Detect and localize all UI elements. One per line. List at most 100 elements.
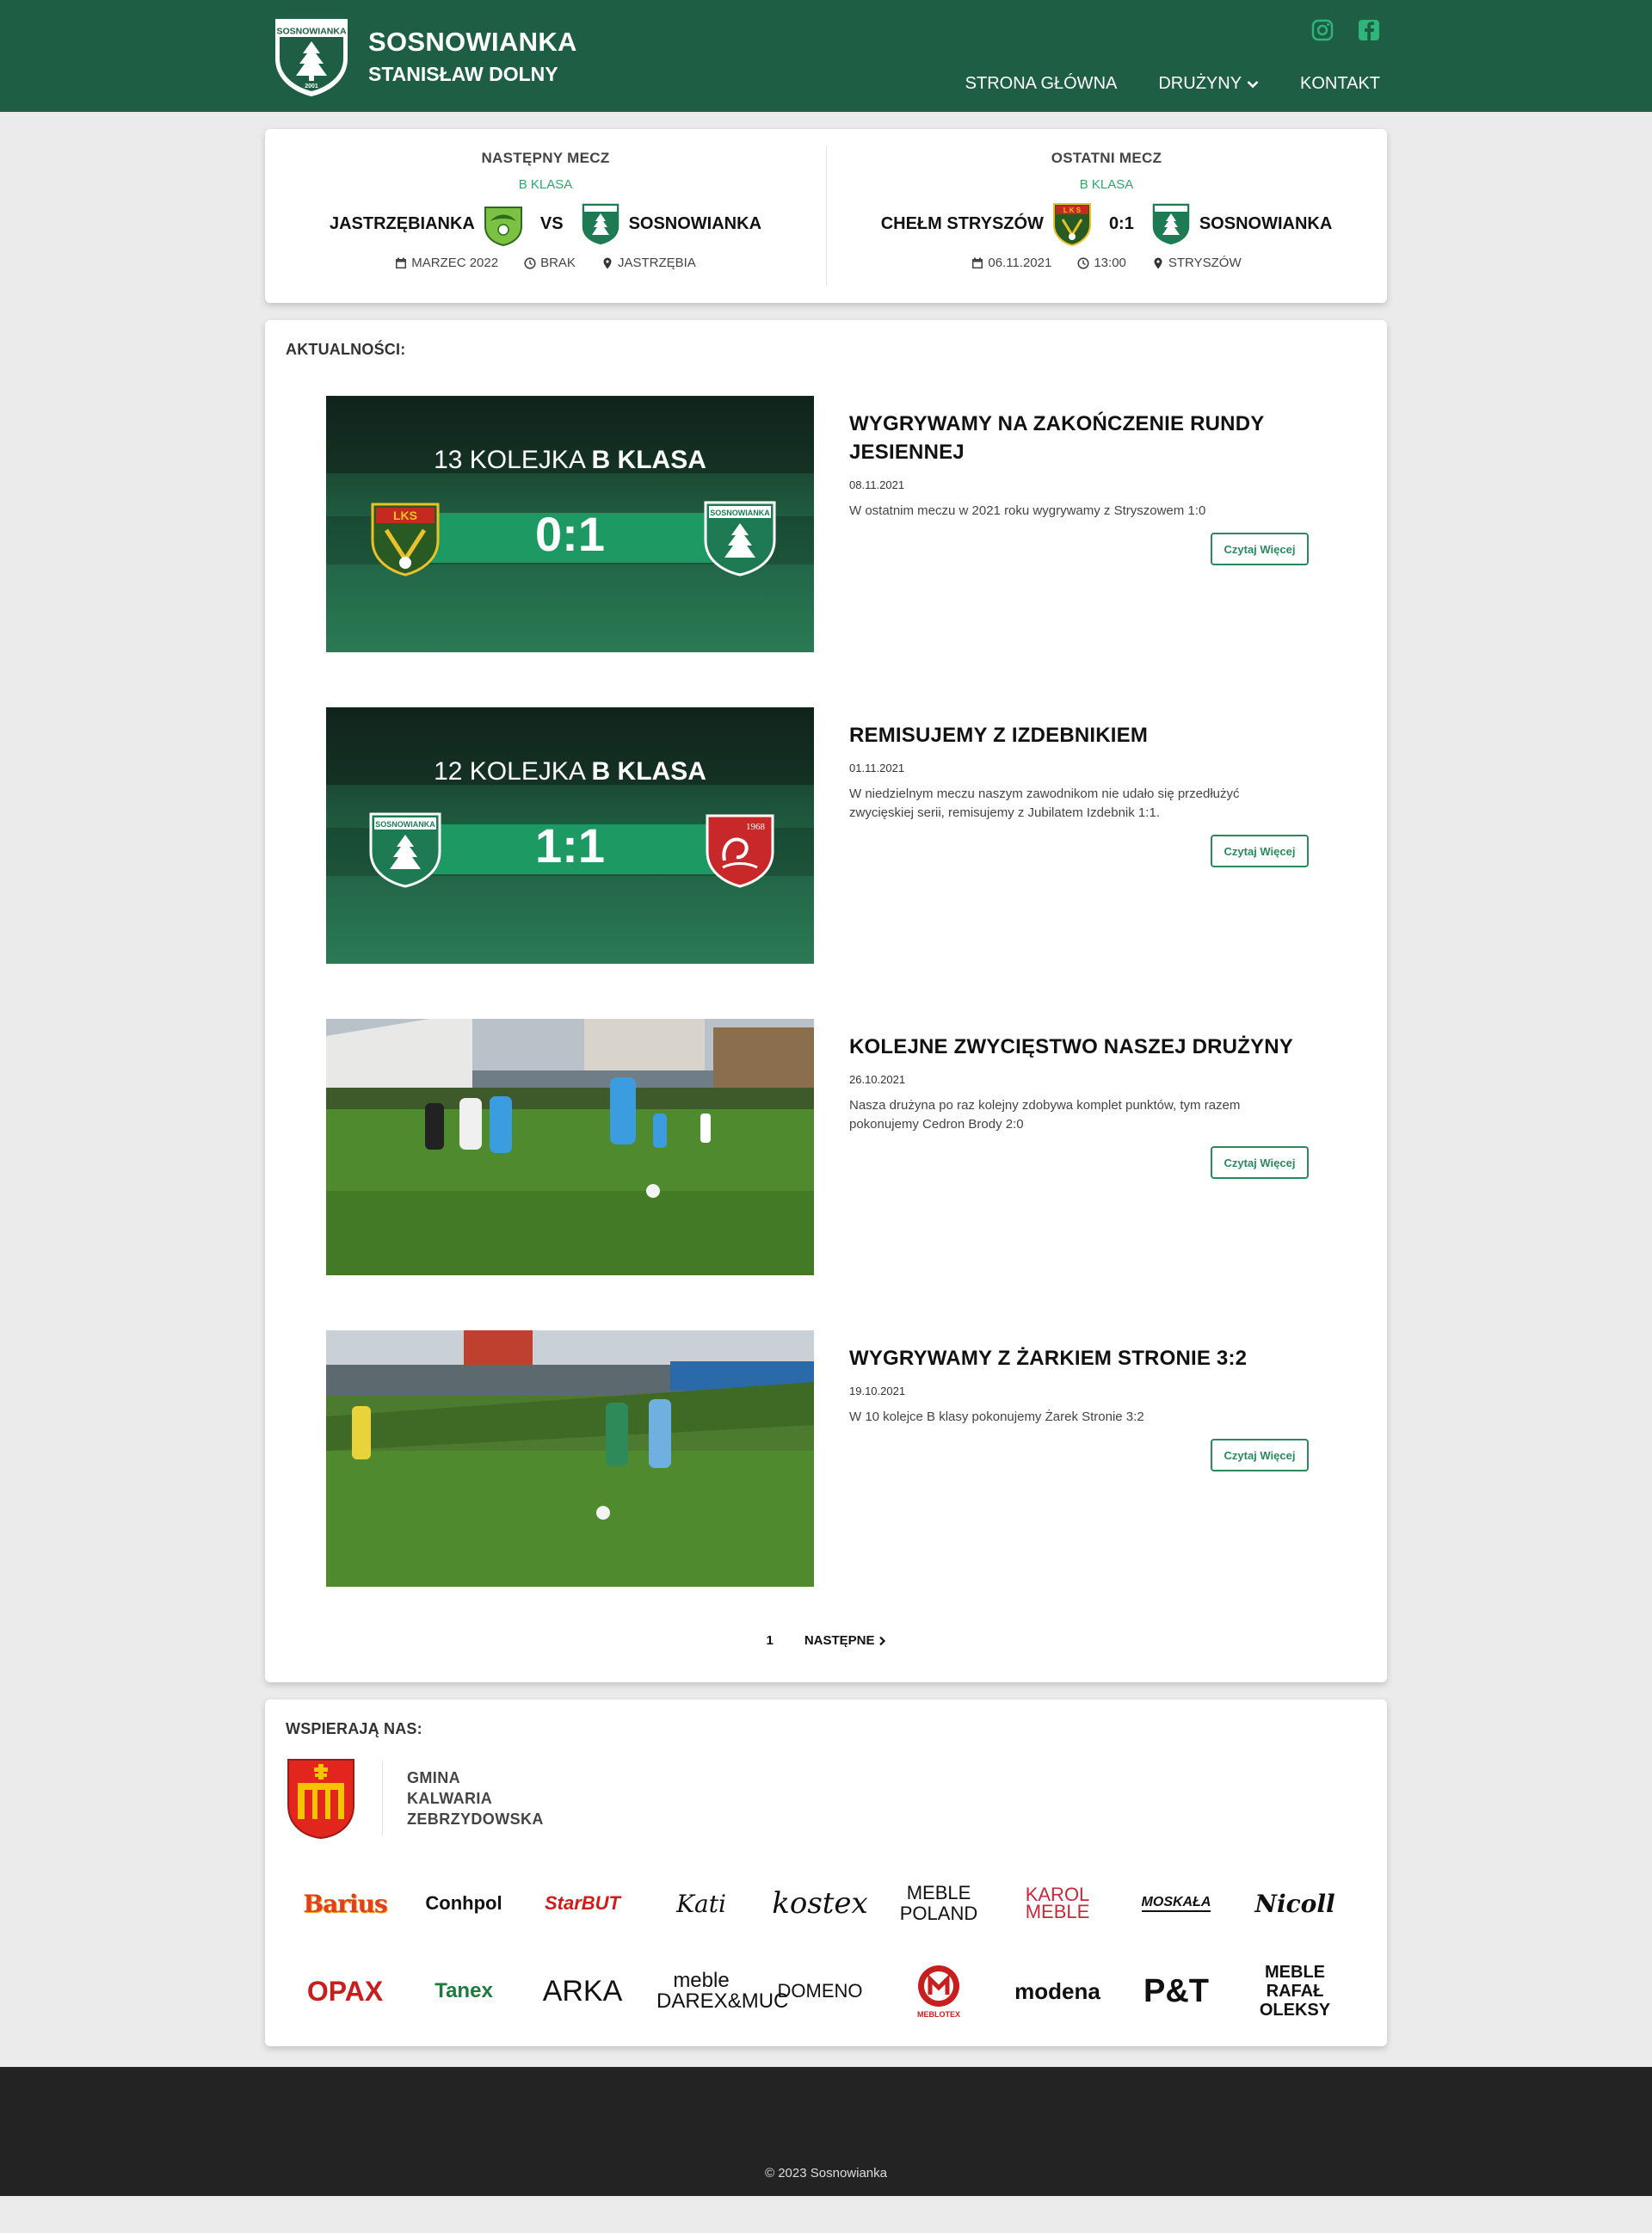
sponsor-logo-text: ARKA xyxy=(542,1974,623,2008)
next-match-date-text: MARZEC 2022 xyxy=(411,256,499,270)
sponsor-logo-text: modena xyxy=(1014,1977,1100,2004)
next-match-heading: NASTĘPNY MECZ xyxy=(481,150,610,166)
news-title[interactable]: WYGRYWAMY Z ŻARKIEM STRONIE 3:2 xyxy=(849,1344,1305,1372)
last-match-score: 0:1 xyxy=(1108,213,1134,233)
sponsor-logo-meble-oleksy[interactable]: MEBLE RAFAŁ OLEKSY xyxy=(1236,1963,1354,2020)
nav-teams-dropdown[interactable]: DRUŻYNY xyxy=(1158,74,1259,94)
news-body: WYGRYWAMY Z ŻARKIEM STRONIE 3:2 19.10.20… xyxy=(849,1344,1309,1471)
graphic-round: 12 KOLEJKA xyxy=(434,757,585,786)
last-match-place: STRYSZÓW xyxy=(1152,256,1242,270)
sponsor-logo-domeno[interactable]: DOMENO xyxy=(761,1964,879,2019)
sponsor-logo-kati[interactable]: Kati xyxy=(642,1876,761,1931)
chevron-down-icon xyxy=(1247,80,1259,88)
news-excerpt: W ostatnim meczu w 2021 roku wygrywamy z… xyxy=(849,503,1206,518)
brand-text: SOSNOWIANKA STANISŁAW DOLNY xyxy=(368,27,577,87)
nav-home-label: STRONA GŁÓWNA xyxy=(965,74,1118,93)
news-image[interactable] xyxy=(326,1019,814,1275)
sponsor-logo-text: Nicoll xyxy=(1254,1889,1335,1918)
sponsor-logo-kostex[interactable]: kostex xyxy=(761,1876,879,1931)
site-subtitle: STANISŁAW DOLNY xyxy=(368,63,558,85)
read-more-button[interactable]: Czytaj Więcej xyxy=(1211,533,1309,565)
read-more-button[interactable]: Czytaj Więcej xyxy=(1211,835,1309,867)
news-image[interactable] xyxy=(326,1330,814,1587)
page-current[interactable]: 1 xyxy=(766,1633,773,1648)
graphic-right-crest-text: 1968 xyxy=(746,822,766,832)
next-match-place-text: JASTRZĘBIA xyxy=(617,256,696,270)
sponsors-section: WSPIERAJĄ NAS: GMINA KALWARIA ZEBRZYDOWS… xyxy=(265,1699,1387,2046)
sponsor-logo-karol-meble[interactable]: KAROL MEBLE xyxy=(998,1876,1117,1931)
news-date: 01.11.2021 xyxy=(849,762,905,774)
sponsor-logo-nicoll[interactable]: Nicoll xyxy=(1236,1876,1354,1931)
main-nav: STRONA GŁÓWNA DRUŻYNY KONTAKT xyxy=(965,74,1380,94)
sponsor-logo-text: kostex xyxy=(772,1886,868,1921)
sponsor-logo-tanex[interactable]: Tanex xyxy=(404,1964,523,2019)
site-footer: © 2023 Sosnowianka xyxy=(0,2067,1652,2196)
last-match-heading: OSTATNI MECZ xyxy=(1051,150,1162,166)
club-crest-logo: SOSNOWIANKA 2001 xyxy=(275,19,348,96)
news-date: 19.10.2021 xyxy=(849,1385,906,1397)
next-match-league: B KLASA xyxy=(518,177,573,192)
brand-home-link[interactable]: SOSNOWIANKA 2001 SOSNOWIANKA STANISŁAW D… xyxy=(272,15,577,98)
read-more-button[interactable]: Czytaj Więcej xyxy=(1211,1146,1309,1179)
gmina-line-1: GMINA xyxy=(407,1769,460,1786)
sponsor-logo-conhpol[interactable]: Conhpol xyxy=(404,1876,523,1931)
news-excerpt: W 10 kolejce B klasy pokonujemy Żarek St… xyxy=(849,1410,1144,1424)
next-home-team: JASTRZĘBIANKA xyxy=(329,213,475,233)
instagram-link[interactable] xyxy=(1311,19,1334,41)
map-marker-icon xyxy=(603,257,612,268)
sponsor-logo-opax[interactable]: OPAX xyxy=(286,1964,404,2019)
sponsor-logo-grid: Barius Conhpol StarBUT Kati kostex MEBLE… xyxy=(286,1876,1387,2020)
graphic-round: 13 KOLEJKA xyxy=(434,446,585,474)
last-match-teams: CHEŁM STRYSZÓW L K S 0:1 SOSNOWIANKA xyxy=(826,200,1387,247)
news-item: KOLEJNE ZWYCIĘSTWO NASZEJ DRUŻYNY 26.10.… xyxy=(326,1019,1387,1275)
news-image[interactable]: 13 KOLEJKA B KLASA 0:1 LKS SOSNOWIANKA xyxy=(326,396,814,652)
sosnowianka-crest-icon: SOSNOWIANKA xyxy=(704,501,776,577)
news-date: 08.11.2021 xyxy=(849,478,905,491)
logo-text: SOSNOWIANKA xyxy=(276,27,347,37)
sponsor-logo-text: P&T xyxy=(1143,1972,1209,2009)
nav-home[interactable]: STRONA GŁÓWNA xyxy=(965,74,1118,94)
pagination: 1 NASTĘPNE xyxy=(265,1633,1387,1648)
sponsor-logo-text: MEBLE POLAND xyxy=(899,1882,978,1924)
news-excerpt: Nasza drużyna po raz kolejny zdobywa kom… xyxy=(849,1098,1241,1132)
sponsor-logo-text: Conhpol xyxy=(425,1892,502,1914)
sponsor-logo-modena[interactable]: modena xyxy=(998,1964,1117,2019)
gmina-sponsor[interactable]: GMINA KALWARIA ZEBRZYDOWSKA xyxy=(286,1757,1387,1840)
sponsor-logo-meblotex[interactable]: MEBLOTEX xyxy=(879,1964,998,2019)
graphic-left-crest-text: LKS xyxy=(393,509,417,522)
sponsor-logo-barius[interactable]: Barius xyxy=(286,1876,404,1931)
last-match-time: 13:00 xyxy=(1077,256,1126,270)
nav-teams-label: DRUŻYNY xyxy=(1158,74,1242,93)
news-title[interactable]: WYGRYWAMY NA ZAKOŃCZENIE RUNDY JESIENNEJ xyxy=(849,410,1305,466)
last-match-time-text: 13:00 xyxy=(1094,256,1126,270)
meblotex-logo-icon: MEBLOTEX xyxy=(917,1965,960,2019)
sponsor-logo-arka[interactable]: ARKA xyxy=(523,1964,642,2019)
read-more-button[interactable]: Czytaj Więcej xyxy=(1211,1439,1309,1471)
news-heading: AKTUALNOŚCI: xyxy=(286,341,406,358)
graphic-left-crest-text: SOSNOWIANKA xyxy=(375,820,435,829)
sponsor-logo-text: DOMENO xyxy=(777,1980,863,2002)
sponsor-logo-text: Barius xyxy=(303,1889,387,1918)
news-title[interactable]: REMISUJEMY Z IZDEBNIKIEM xyxy=(849,721,1305,749)
news-item: 12 KOLEJKA B KLASA 1:1 SOSNOWIANKA 1968 xyxy=(326,707,1387,964)
lks-crest-icon: LKS xyxy=(371,503,440,577)
sponsor-logo-text: StarBUT xyxy=(544,1892,620,1914)
sponsor-logo-moskala[interactable]: MOSKAŁA xyxy=(1117,1876,1236,1931)
next-match-time: BRAK xyxy=(524,256,576,270)
page-next-link[interactable]: NASTĘPNE xyxy=(804,1633,886,1648)
matches-panel: NASTĘPNY MECZ B KLASA JASTRZĘBIANKA VS S… xyxy=(265,129,1387,303)
clock-icon xyxy=(1077,256,1089,269)
calendar-icon xyxy=(396,257,407,268)
gmina-divider xyxy=(382,1761,383,1835)
news-excerpt: W niedzielnym meczu naszym zawodnikom ni… xyxy=(849,786,1240,820)
next-away-team: SOSNOWIANKA xyxy=(628,213,762,233)
news-image[interactable]: 12 KOLEJKA B KLASA 1:1 SOSNOWIANKA 1968 xyxy=(326,707,814,964)
sponsor-logo-starbut[interactable]: StarBUT xyxy=(523,1876,642,1931)
sponsor-logo-meble-darex[interactable]: meble DAREX&MUC xyxy=(642,1964,788,2019)
news-title[interactable]: KOLEJNE ZWYCIĘSTWO NASZEJ DRUŻYNY xyxy=(849,1033,1305,1061)
facebook-link[interactable] xyxy=(1358,19,1380,41)
next-match-place: JASTRZĘBIA xyxy=(601,256,696,270)
sponsor-logo-pt[interactable]: P&T xyxy=(1117,1964,1236,2019)
sponsor-logo-meble-poland[interactable]: MEBLE POLAND xyxy=(879,1876,998,1931)
nav-contact[interactable]: KONTAKT xyxy=(1300,74,1380,94)
